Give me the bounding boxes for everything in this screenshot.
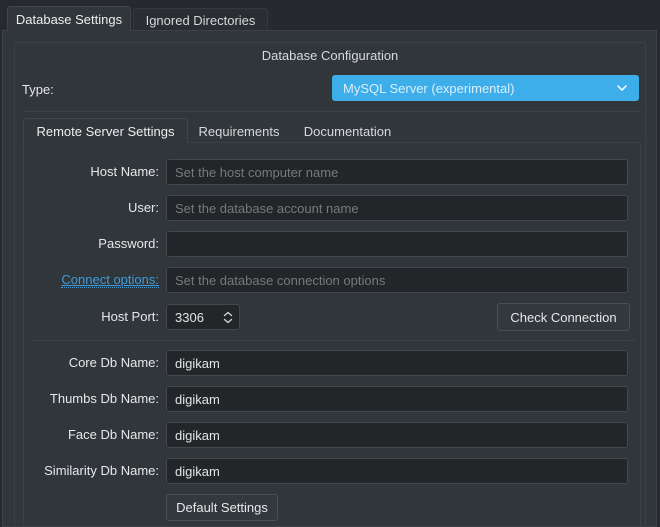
similarity-db-name-input[interactable] <box>166 458 628 484</box>
database-type-selected-value: MySQL Server (experimental) <box>343 80 515 96</box>
connect-options-label: Connect options: <box>24 272 159 289</box>
tab-remote-server-settings[interactable]: Remote Server Settings <box>23 118 188 143</box>
tab-database-settings-label: Database Settings <box>15 11 123 27</box>
tab-requirements[interactable]: Requirements <box>188 120 290 142</box>
user-input[interactable] <box>166 195 628 221</box>
host-port-value: 3306 <box>175 309 204 325</box>
tab-requirements-label: Requirements <box>198 123 280 139</box>
spinbox-arrows[interactable] <box>217 305 239 329</box>
remote-server-settings-pane: Host Name: User: Password: Connect optio… <box>23 142 641 527</box>
face-db-name-label: Face Db Name: <box>67 427 159 442</box>
host-name-input[interactable] <box>166 159 628 185</box>
password-input[interactable] <box>166 231 628 257</box>
database-settings-pane: Database Configuration Type: MySQL Serve… <box>2 30 657 527</box>
database-type-dropdown[interactable]: MySQL Server (experimental) <box>332 75 639 101</box>
tab-database-settings[interactable]: Database Settings <box>7 6 131 31</box>
host-name-label: Host Name: <box>90 164 159 179</box>
tab-ignored-directories[interactable]: Ignored Directories <box>133 8 268 31</box>
groupbox-title: Database Configuration <box>261 48 399 63</box>
similarity-db-name-label: Similarity Db Name: <box>44 463 159 478</box>
check-connection-button[interactable]: Check Connection <box>497 303 630 331</box>
password-label: Password: <box>98 236 159 251</box>
tab-documentation[interactable]: Documentation <box>290 120 405 142</box>
connect-options-link[interactable]: Connect options: <box>61 272 159 288</box>
chevron-down-icon <box>223 318 233 323</box>
tab-ignored-directories-label: Ignored Directories <box>145 12 256 28</box>
core-db-name-input[interactable] <box>166 350 628 376</box>
host-port-spinbox[interactable]: 3306 <box>166 304 240 330</box>
thumbs-db-name-label: Thumbs Db Name: <box>49 391 159 406</box>
user-label: User: <box>127 200 159 215</box>
tab-remote-server-settings-label: Remote Server Settings <box>36 123 175 139</box>
host-port-label: Host Port: <box>101 309 159 324</box>
database-configuration-groupbox: Database Configuration Type: MySQL Serve… <box>14 42 646 527</box>
type-label: Type: <box>22 82 54 97</box>
chevron-down-icon <box>616 84 628 92</box>
separator <box>22 111 642 112</box>
separator <box>31 340 636 341</box>
core-db-name-label: Core Db Name: <box>68 355 159 370</box>
thumbs-db-name-input[interactable] <box>166 386 628 412</box>
default-settings-button[interactable]: Default Settings <box>166 494 278 521</box>
tab-documentation-label: Documentation <box>303 123 392 139</box>
connect-options-input[interactable] <box>166 267 628 293</box>
chevron-up-icon <box>223 311 233 316</box>
face-db-name-input[interactable] <box>166 422 628 448</box>
